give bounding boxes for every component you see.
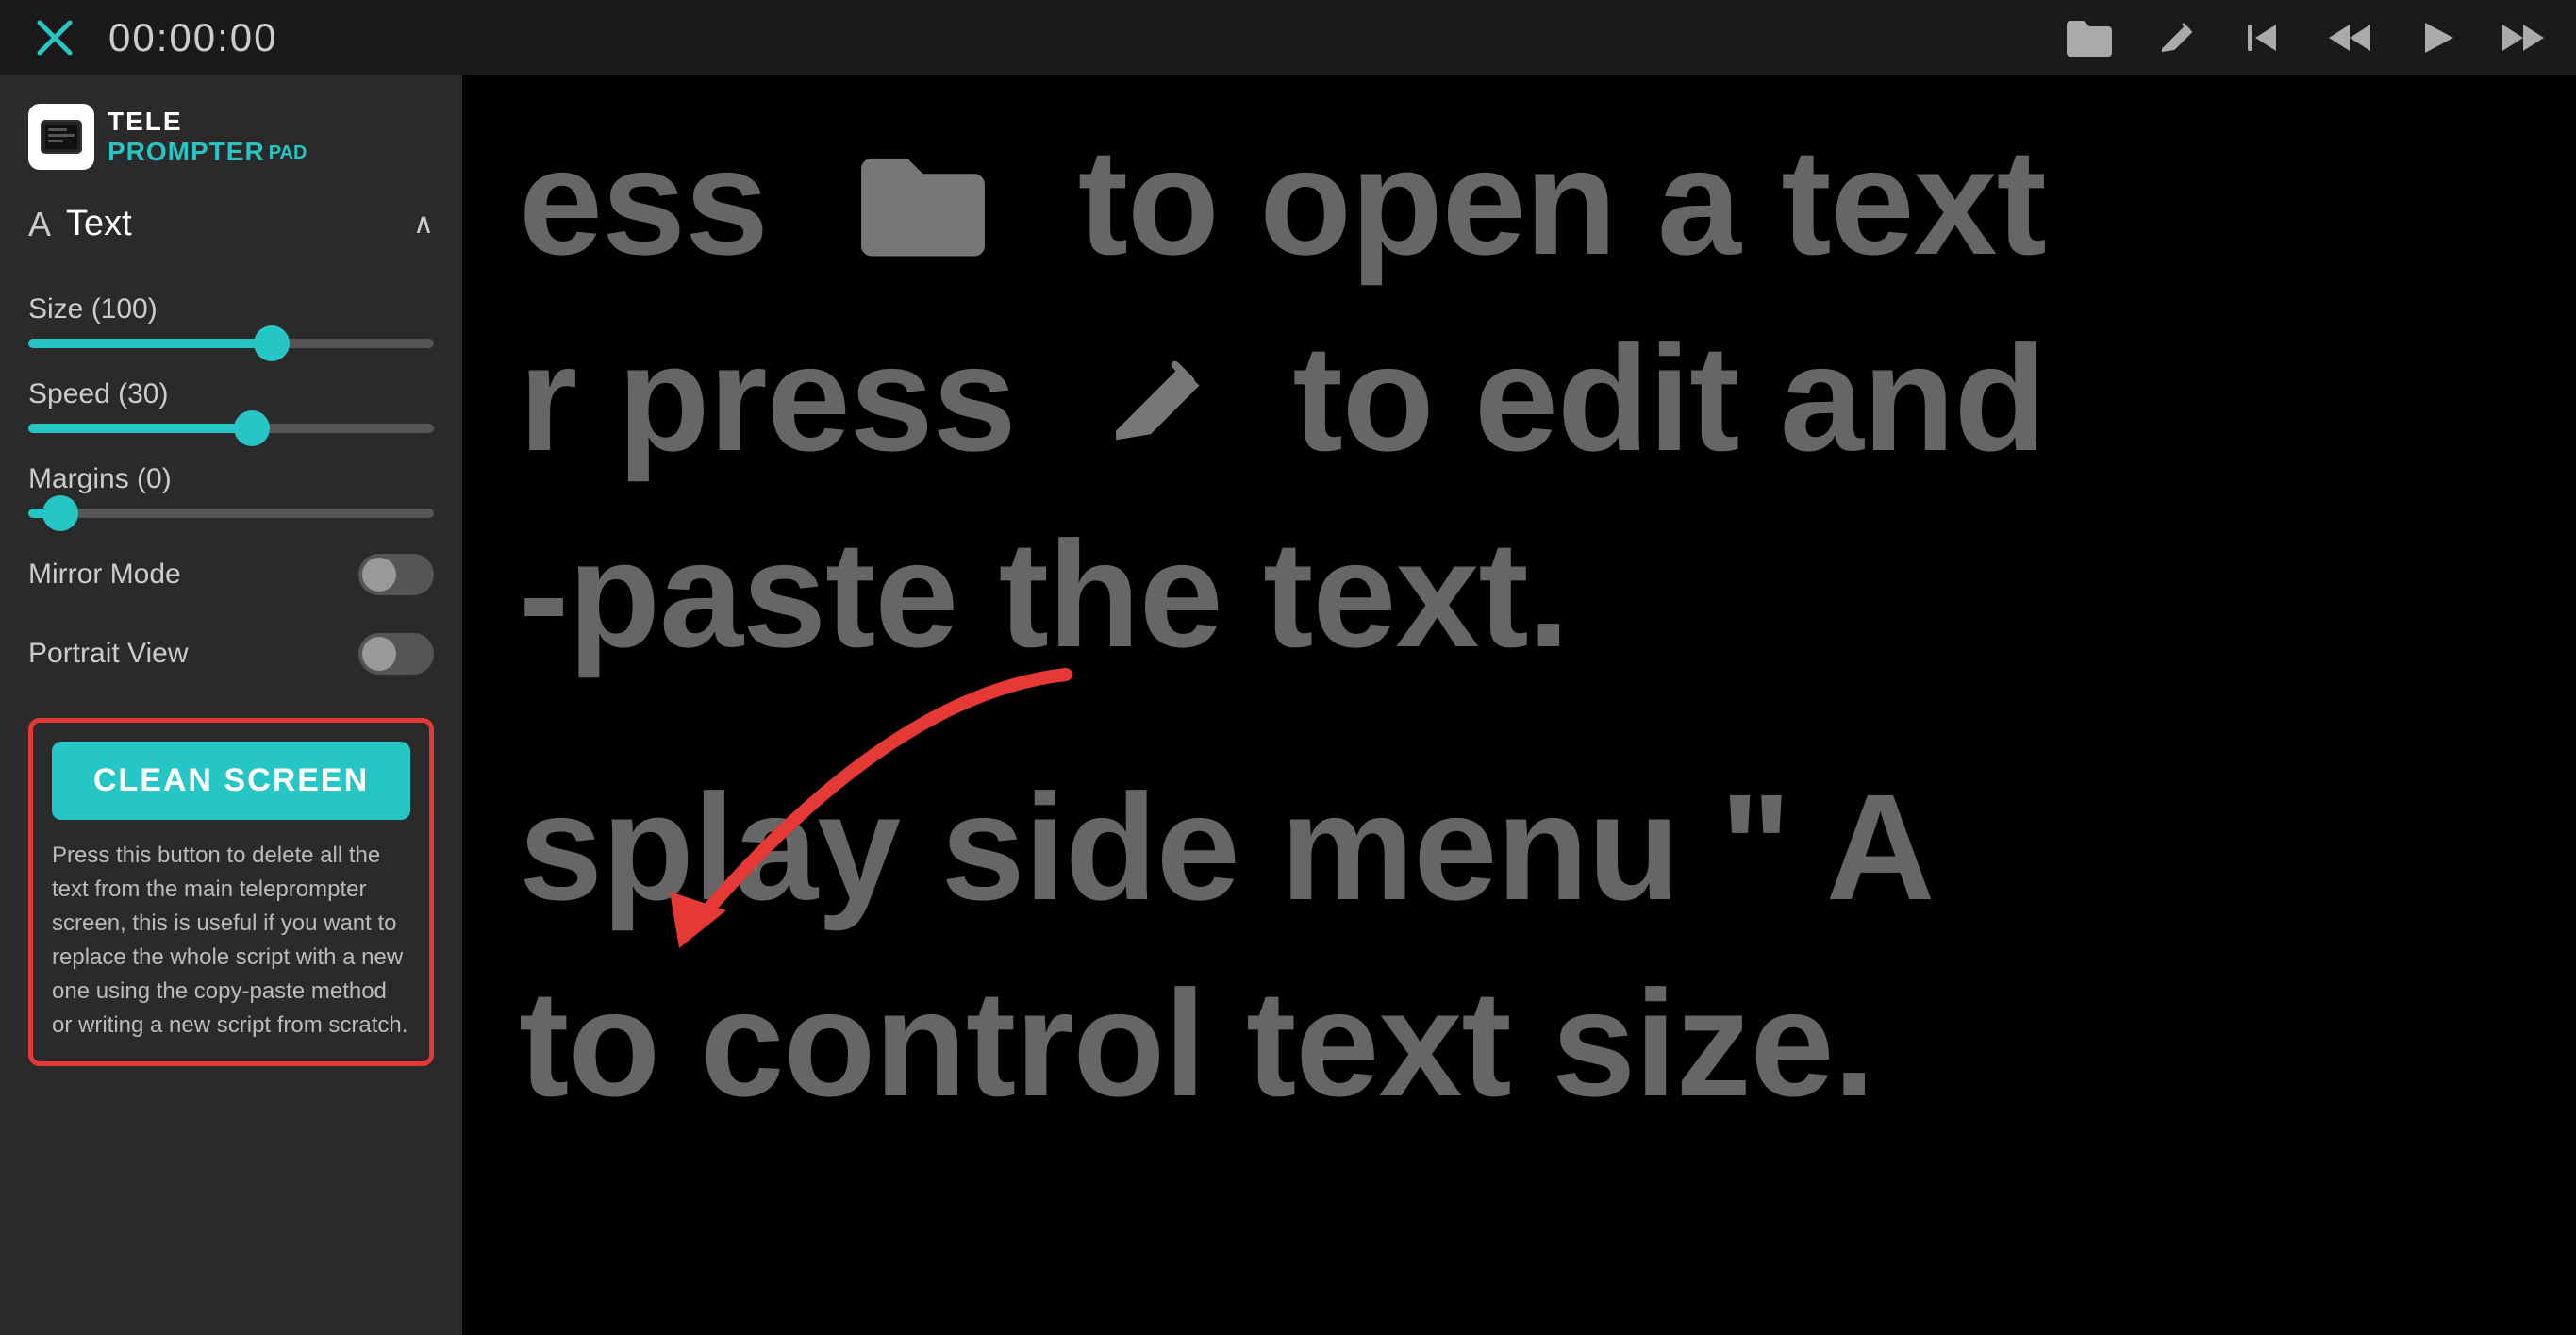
margins-label: Margins (0) <box>28 463 434 495</box>
mirror-mode-knob <box>362 558 396 592</box>
teleprompter-text: ess to open a text r press to edit and <box>519 104 2046 1142</box>
teleprompter-line-2: r press to edit and <box>519 300 2046 496</box>
mirror-mode-label: Mirror Mode <box>28 559 181 591</box>
margins-slider-track[interactable] <box>28 509 434 518</box>
sidebar: TELE PROMPTER PAD A Text ∧ Size (100) <box>0 75 462 1335</box>
logo-icon <box>28 104 94 170</box>
size-label: Size (100) <box>28 293 434 325</box>
speed-slider-thumb[interactable] <box>234 410 270 446</box>
top-bar: 00:00:00 <box>0 0 2576 75</box>
clean-screen-section: CLEAN SCREEN Press this button to delete… <box>28 718 434 1066</box>
rewind-icon[interactable] <box>2325 13 2374 62</box>
portrait-view-toggle[interactable] <box>358 633 434 675</box>
main-area: TELE PROMPTER PAD A Text ∧ Size (100) <box>0 75 2576 1335</box>
speed-slider-track[interactable] <box>28 424 434 433</box>
margins-slider-group: Margins (0) <box>28 441 434 526</box>
clean-screen-description: Press this button to delete all the text… <box>52 839 410 1043</box>
mirror-mode-row: Mirror Mode <box>28 554 434 595</box>
margins-slider-thumb[interactable] <box>42 495 78 531</box>
pencil-icon-inline <box>1098 300 1211 496</box>
edit-icon[interactable] <box>2152 13 2201 62</box>
text-section-header[interactable]: A Text ∧ <box>28 204 434 244</box>
portrait-view-knob <box>362 637 396 671</box>
section-title-row: A Text <box>28 204 132 244</box>
skip-start-icon[interactable] <box>2238 13 2287 62</box>
logo-pad: PAD <box>269 142 307 164</box>
portrait-view-row: Portrait View <box>28 633 434 675</box>
speed-slider-group: Speed (30) <box>28 356 434 441</box>
text-section-icon: A <box>28 205 51 244</box>
teleprompter-line-5: to control text size. <box>519 945 2046 1142</box>
logo-prompter: PROMPTER <box>108 137 265 167</box>
speed-slider-fill <box>28 424 252 433</box>
folder-icon[interactable] <box>2065 13 2114 62</box>
clean-screen-button[interactable]: CLEAN SCREEN <box>52 742 410 820</box>
close-button[interactable] <box>28 12 80 64</box>
teleprompter-display: ess to open a text r press to edit and <box>462 75 2576 1335</box>
teleprompter-line-1: ess to open a text <box>519 104 2046 300</box>
timer-display: 00:00:00 <box>108 15 278 60</box>
logo-text: TELE PROMPTER PAD <box>108 107 307 167</box>
size-slider-thumb[interactable] <box>254 325 290 361</box>
mirror-mode-toggle[interactable] <box>358 554 434 595</box>
top-bar-right <box>2065 13 2548 62</box>
logo-tele: TELE <box>108 107 183 137</box>
portrait-view-label: Portrait View <box>28 638 189 670</box>
text-section-title: Text <box>66 204 132 244</box>
top-bar-left: 00:00:00 <box>28 12 278 64</box>
logo-area: TELE PROMPTER PAD <box>28 104 434 170</box>
size-slider-track[interactable] <box>28 339 434 348</box>
play-icon[interactable] <box>2412 13 2461 62</box>
folder-icon-inline <box>850 104 996 300</box>
speed-label: Speed (30) <box>28 378 434 410</box>
size-slider-fill <box>28 339 272 348</box>
chevron-up-icon: ∧ <box>413 208 434 241</box>
size-slider-group: Size (100) <box>28 271 434 356</box>
fast-forward-icon[interactable] <box>2499 13 2548 62</box>
teleprompter-line-4: splay side menu " A <box>519 749 2046 945</box>
teleprompter-line-3: -paste the text. <box>519 496 2046 693</box>
